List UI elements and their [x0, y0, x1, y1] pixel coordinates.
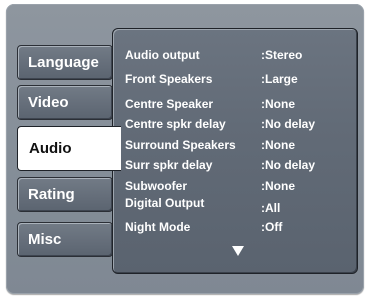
- setting-label: Night Mode: [125, 220, 191, 234]
- tab-audio[interactable]: Audio: [17, 126, 121, 171]
- setting-label: Subwoofer: [125, 179, 187, 193]
- setting-label: Surround Speakers: [125, 138, 236, 152]
- setting-value: :None: [261, 179, 295, 193]
- setting-audio-output[interactable]: Audio output :Stereo: [125, 48, 302, 62]
- tab-rating-label: Rating: [28, 186, 75, 203]
- tab-misc[interactable]: Misc: [17, 222, 113, 257]
- setting-night-mode[interactable]: Night Mode :Off: [125, 220, 282, 234]
- tab-language[interactable]: Language: [17, 45, 113, 80]
- setting-value: :Off: [261, 220, 283, 234]
- setting-value: :No delay: [261, 158, 316, 172]
- setting-value: :Stereo: [261, 48, 303, 62]
- setting-front-speakers[interactable]: Front Speakers :Large: [125, 72, 298, 86]
- setting-surround-speakers[interactable]: Surround Speakers :None: [125, 138, 295, 152]
- setting-value: :None: [261, 138, 295, 152]
- setting-centre-speaker[interactable]: Centre Speaker :None: [125, 97, 295, 111]
- setting-label: Digital Output: [125, 196, 205, 210]
- setting-subwoofer[interactable]: Subwoofer :None: [125, 179, 295, 193]
- tab-language-label: Language: [28, 54, 99, 71]
- setup-menu-screen: Language Video Audio Rating Misc Audio o…: [0, 0, 365, 300]
- setting-label: Front Speakers: [125, 72, 213, 86]
- down-triangle-icon[interactable]: [232, 246, 244, 256]
- setting-value: :Large: [261, 72, 298, 86]
- setting-centre-spkr-delay[interactable]: Centre spkr delay :No delay: [125, 117, 315, 131]
- setting-surr-spkr-delay[interactable]: Surr spkr delay :No delay: [125, 158, 315, 172]
- setting-digital-output[interactable]: Digital Output :All: [125, 196, 280, 215]
- tab-video-label: Video: [28, 94, 69, 111]
- tab-misc-label: Misc: [28, 231, 62, 248]
- setting-value: :None: [261, 97, 295, 111]
- tab-video[interactable]: Video: [17, 85, 113, 120]
- audio-settings-panel: Audio output :Stereo Front Speakers :Lar…: [112, 28, 358, 274]
- setting-value: :All: [261, 201, 281, 215]
- setting-label: Centre Speaker: [125, 97, 214, 111]
- setting-label: Surr spkr delay: [125, 158, 213, 172]
- tab-audio-label: Audio: [29, 140, 72, 157]
- setting-label: Centre spkr delay: [125, 117, 226, 131]
- tab-rating[interactable]: Rating: [17, 177, 113, 212]
- setting-label: Audio output: [125, 48, 200, 62]
- setting-value: :No delay: [261, 117, 316, 131]
